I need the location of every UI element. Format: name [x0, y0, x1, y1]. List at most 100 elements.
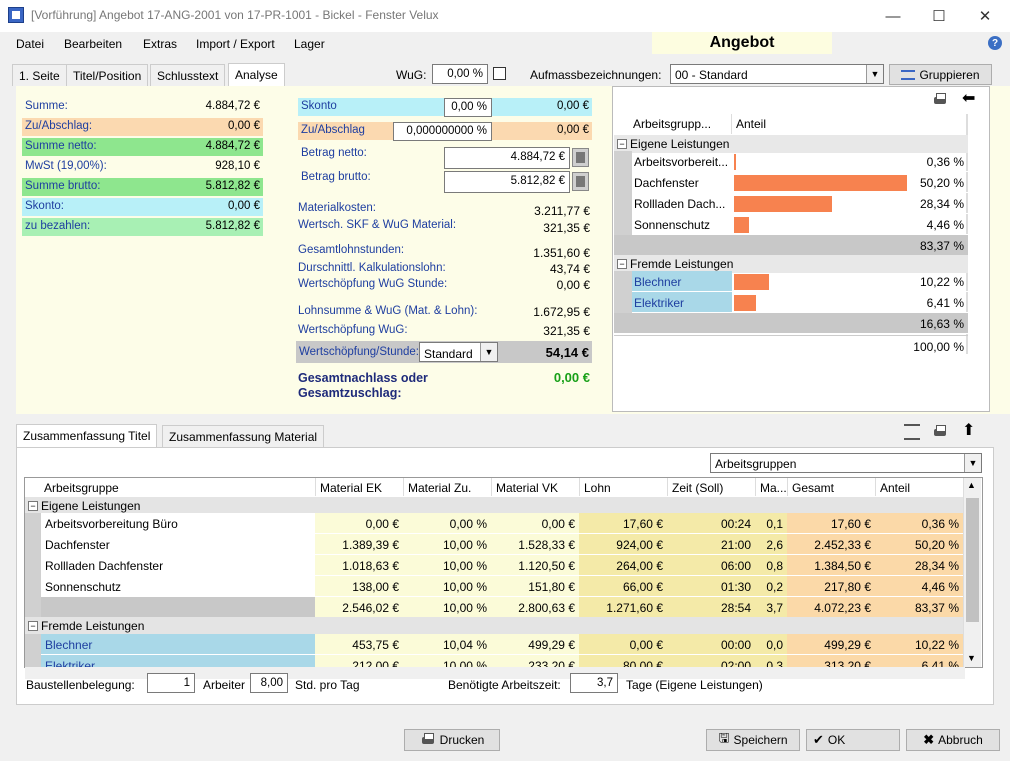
col-header-5[interactable]: Zeit (Soll)	[668, 478, 756, 496]
help-icon[interactable]: ?	[988, 36, 1002, 50]
collapse-icon[interactable]: −	[28, 621, 38, 631]
menu-extras[interactable]: Extras	[143, 37, 177, 51]
drucken-button[interactable]: Drucken	[404, 729, 500, 751]
materialkosten-label: Materialkosten:	[298, 202, 376, 214]
skonto-input[interactable]: 0,00 %	[444, 98, 492, 117]
menu-bearbeiten[interactable]: Bearbeiten	[64, 37, 122, 51]
wertschoepfung-select-value: Standard	[424, 347, 473, 361]
lohnsumme-value: 1.672,95 €	[533, 305, 590, 319]
anteil-subtotal: 83,37 %	[614, 235, 968, 256]
table-cell: 1.389,39 €	[315, 534, 403, 555]
tab-erste-seite[interactable]: 1. Seite	[12, 64, 67, 86]
col-header-anteil[interactable]: Anteil	[732, 114, 968, 134]
anteil-row-value: 50,20 %	[732, 172, 968, 193]
collapse-icon[interactable]: −	[617, 259, 627, 269]
table-cell: 10,22 %	[875, 634, 963, 655]
chevron-down-icon[interactable]: ▼	[967, 653, 976, 663]
abbruch-button[interactable]: ✖ Abbruch	[906, 729, 1000, 751]
arrow-left-icon[interactable]: ⬅	[962, 91, 978, 108]
tab-titel-position[interactable]: Titel/Position	[66, 64, 149, 86]
table-cell: 1.528,33 €	[491, 534, 579, 555]
col-header-3[interactable]: Material VK	[492, 478, 580, 496]
table-cell: 0,1	[755, 513, 787, 534]
anteil-row-name: Dachfenster	[632, 172, 732, 193]
gesamtnachlass-value: 0,00 €	[553, 370, 590, 385]
lohnsumme-label: Lohnsumme & WuG (Mat. & Lohn):	[298, 305, 478, 317]
arrow-up-icon[interactable]: ⬆	[962, 423, 978, 439]
table-cell: Rollladen Dachfenster	[41, 555, 315, 576]
calculator-icon[interactable]	[572, 172, 589, 191]
calculator-icon[interactable]	[572, 148, 589, 167]
close-button[interactable]: ✕	[962, 0, 1008, 32]
table-cell: 66,00 €	[579, 576, 667, 597]
table-cell: 06:00	[667, 555, 755, 576]
col-header-4[interactable]: Lohn	[580, 478, 668, 496]
materialkosten-value: 3.211,77 €	[534, 204, 590, 218]
collapse-icon[interactable]: −	[617, 139, 627, 149]
table-group-row[interactable]: − Fremde Leistungen	[25, 617, 963, 635]
anteil-row-name: Arbeitsvorbereit...	[632, 151, 732, 172]
gruppierung-select[interactable]: Arbeitsgruppen ▼	[710, 453, 982, 473]
tab-zusammenfassung-material[interactable]: Zusammenfassung Material	[162, 425, 325, 447]
wug-checkbox[interactable]	[493, 67, 506, 80]
col-header-arbeitsgruppe[interactable]: Arbeitsgrupp...	[614, 114, 732, 134]
speichern-button[interactable]: 🖫 Speichern	[706, 729, 800, 751]
col-header-1[interactable]: Material EK	[316, 478, 404, 496]
row-indicator	[25, 555, 41, 576]
wug-input[interactable]: 0,00 %	[432, 64, 488, 84]
vertical-scrollbar[interactable]: ▲ ▼	[963, 478, 981, 667]
table-cell: 10,00 %	[403, 597, 491, 618]
gruppieren-button[interactable]: Gruppieren	[889, 64, 992, 85]
aufmass-value: 00 - Standard	[675, 68, 748, 82]
anteil-row-name: Sonnenschutz	[632, 214, 732, 235]
table-cell: 924,00 €	[579, 534, 667, 555]
tab-zusammenfassung-titel[interactable]: Zusammenfassung Titel	[16, 424, 158, 448]
scrollbar-thumb[interactable]	[966, 498, 979, 622]
wug-stunde-label: Wertschöpfung WuG Stunde:	[298, 278, 448, 290]
row-indicator	[25, 534, 41, 555]
list-icon[interactable]	[904, 424, 920, 440]
std-input[interactable]: 8,00	[250, 673, 288, 693]
maximize-button[interactable]: ☐	[916, 0, 962, 32]
summary-value: 0,00 €	[228, 120, 260, 132]
baustelle-label: Baustellenbelegung:	[26, 678, 135, 692]
printer-icon[interactable]	[932, 92, 948, 108]
table-cell: Blechner	[41, 634, 315, 655]
arbeitszeit-input[interactable]: 3,7	[570, 673, 618, 693]
brutto-input[interactable]: 5.812,82 €	[444, 171, 570, 193]
summary-row: Summe: 4.884,72 €	[22, 98, 263, 116]
col-header-6[interactable]: Ma...	[756, 478, 788, 496]
summary-value: 5.812,82 €	[205, 180, 260, 192]
ok-button[interactable]: ✔ OK	[806, 729, 900, 751]
baustelle-input[interactable]: 1	[147, 673, 195, 693]
col-header-8[interactable]: Anteil	[876, 478, 964, 496]
gruppierung-select-value: Arbeitsgruppen	[715, 457, 797, 471]
minimize-button[interactable]: —	[870, 0, 916, 32]
printer-icon[interactable]	[932, 424, 948, 440]
speichern-label: Speichern	[733, 733, 788, 747]
col-header-2[interactable]: Material Zu.	[404, 478, 492, 496]
table-cell: 2.800,63 €	[491, 597, 579, 618]
anteil-row-value: 28,34 %	[732, 193, 968, 214]
netto-input[interactable]: 4.884,72 €	[444, 147, 570, 169]
table-cell: 264,00 €	[579, 555, 667, 576]
tab-schlusstext[interactable]: Schlusstext	[150, 64, 226, 86]
chevron-up-icon[interactable]: ▲	[967, 480, 976, 490]
col-header-7[interactable]: Gesamt	[788, 478, 876, 496]
app-icon	[8, 7, 24, 23]
table-cell: 453,75 €	[315, 634, 403, 655]
zuabschlag-input[interactable]: 0,000000000 %	[393, 122, 492, 141]
menu-lager[interactable]: Lager	[294, 37, 325, 51]
table-cell: 4,46 %	[875, 576, 963, 597]
menu-import-export[interactable]: Import / Export	[196, 37, 275, 51]
table-cell: Arbeitsvorbereitung Büro	[41, 513, 315, 534]
menu-datei[interactable]: Datei	[16, 37, 44, 51]
chevron-down-icon: ▼	[964, 454, 981, 472]
table-cell: 17,60 €	[579, 513, 667, 534]
collapse-icon[interactable]: −	[28, 501, 38, 511]
aufmass-select[interactable]: 00 - Standard ▼	[670, 64, 884, 84]
summary-row: Summe netto: 4.884,72 €	[22, 138, 263, 156]
chevron-down-icon: ▼	[866, 65, 883, 83]
col-header-0[interactable]: Arbeitsgruppe	[26, 478, 316, 496]
tab-analyse[interactable]: Analyse	[228, 63, 285, 87]
